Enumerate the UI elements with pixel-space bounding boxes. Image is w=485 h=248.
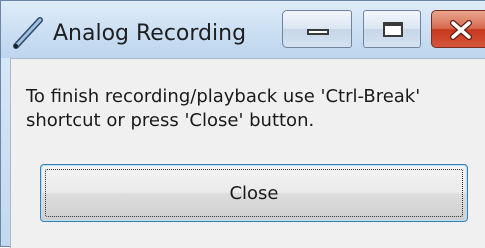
close-button[interactable]: Close — [40, 164, 468, 222]
pen-icon — [10, 14, 48, 52]
minimize-icon — [307, 29, 329, 35]
maximize-button[interactable] — [363, 10, 421, 48]
message-line: shortcut or press 'Close' button. — [26, 110, 315, 131]
close-icon — [448, 18, 474, 42]
window-close-button[interactable] — [431, 10, 485, 48]
window-title: Analog Recording — [53, 21, 247, 46]
maximize-icon — [383, 22, 403, 37]
instruction-message: To finish recording/playback use 'Ctrl-B… — [26, 85, 476, 133]
message-line: To finish recording/playback use 'Ctrl-B… — [26, 86, 421, 107]
close-button-label: Close — [229, 182, 279, 204]
minimize-button[interactable] — [282, 10, 352, 48]
dialog-window: Analog Recording To finish recording/pla… — [0, 0, 485, 248]
title-bar[interactable]: Analog Recording — [1, 1, 485, 58]
